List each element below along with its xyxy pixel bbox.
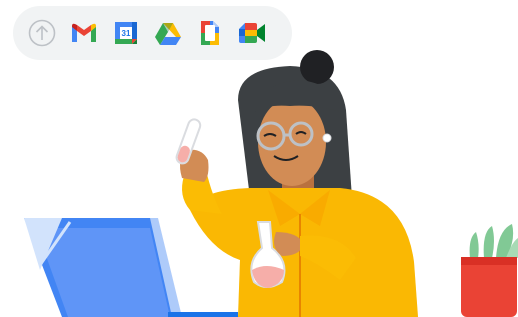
- docs-button[interactable]: [196, 19, 224, 47]
- upload-arrow-icon: [28, 19, 56, 47]
- calendar-button[interactable]: 31: [112, 19, 140, 47]
- docs-icon: [201, 21, 219, 45]
- plant-illustration: [461, 224, 518, 317]
- drive-icon: [155, 23, 181, 45]
- calendar-date-label: 31: [122, 29, 131, 38]
- meet-icon: [239, 23, 265, 43]
- scientist-person: [175, 50, 418, 317]
- gmail-icon: [72, 23, 96, 42]
- app-launcher-bar: 31: [13, 6, 292, 60]
- gmail-button[interactable]: [70, 19, 98, 47]
- meet-button[interactable]: [238, 19, 266, 47]
- upload-arrow-button[interactable]: [28, 19, 56, 47]
- drive-button[interactable]: [154, 19, 182, 47]
- calendar-icon: 31: [115, 22, 137, 44]
